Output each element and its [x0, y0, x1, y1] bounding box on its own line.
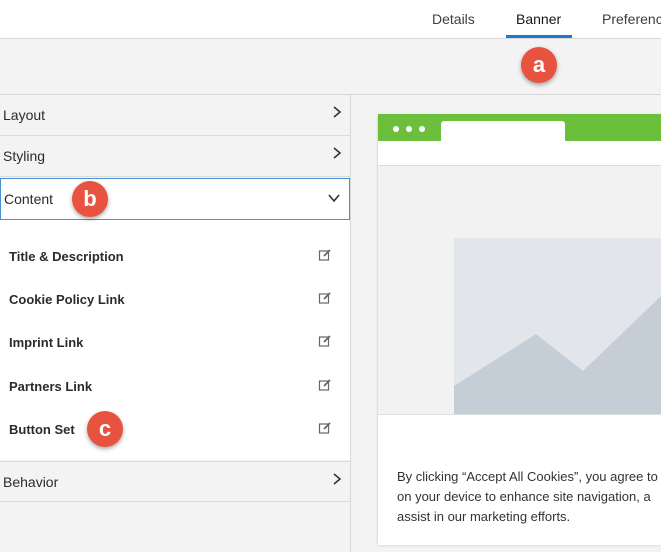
section-behavior-label: Behavior	[3, 474, 59, 490]
edit-icon[interactable]	[318, 378, 332, 392]
content-item-label: Partners Link	[9, 379, 93, 394]
settings-panel: Layout Styling Content Title & Descripti…	[0, 95, 351, 552]
banner-text: By clicking “Accept All Cookies”, you ag…	[397, 467, 661, 527]
edit-icon[interactable]	[318, 334, 332, 348]
list-item[interactable]: Imprint Link	[0, 321, 350, 364]
window-dot	[406, 126, 412, 132]
callout-c: c	[87, 411, 123, 447]
tab-preferences[interactable]: Preferenc	[602, 11, 661, 27]
cookie-banner: By clicking “Accept All Cookies”, you ag…	[378, 414, 661, 545]
chevron-right-icon	[332, 472, 342, 490]
callout-b: b	[72, 181, 108, 217]
chevron-right-icon	[332, 146, 342, 164]
tab-details[interactable]: Details	[432, 11, 475, 27]
tab-banner[interactable]: Banner	[516, 11, 561, 27]
content-item-label: Imprint Link	[9, 335, 84, 350]
section-layout-label: Layout	[3, 107, 46, 123]
section-styling[interactable]: Styling	[0, 136, 350, 177]
edit-icon[interactable]	[318, 291, 332, 305]
banner-text-line: By clicking “Accept All Cookies”, you ag…	[397, 469, 658, 484]
content-item-label: Button Set	[9, 422, 75, 437]
browser-title-bar	[378, 114, 661, 141]
window-dot	[393, 126, 399, 132]
banner-text-line: assist in our marketing efforts.	[397, 509, 571, 524]
list-item[interactable]: Title & Description	[0, 235, 350, 278]
browser-tab	[441, 121, 565, 141]
top-tab-bar: Details Banner Preferenc	[0, 0, 661, 39]
section-content-label: Content	[4, 191, 54, 207]
section-behavior[interactable]: Behavior	[0, 461, 350, 502]
browser-address-bar	[378, 141, 661, 166]
chevron-right-icon	[332, 105, 342, 123]
banner-text-line: on your device to enhance site navigatio…	[397, 489, 651, 504]
page-placeholder	[378, 166, 661, 414]
active-tab-indicator	[506, 35, 572, 38]
content-item-label: Title & Description	[9, 249, 124, 264]
section-content[interactable]: Content	[0, 178, 350, 220]
callout-a: a	[521, 47, 557, 83]
list-item[interactable]: Cookie Policy Link	[0, 278, 350, 321]
window-dot	[419, 126, 425, 132]
section-layout[interactable]: Layout	[0, 95, 350, 136]
image-placeholder-icon	[454, 238, 661, 414]
list-item[interactable]: Partners Link	[0, 365, 350, 408]
content-items-list: Title & Description Cookie Policy Link I…	[0, 220, 350, 460]
edit-icon[interactable]	[318, 421, 332, 435]
chevron-down-icon	[327, 190, 341, 207]
toolbar-area	[0, 39, 661, 95]
list-item[interactable]: Button Set	[0, 408, 350, 451]
browser-preview: By clicking “Accept All Cookies”, you ag…	[378, 114, 661, 545]
edit-icon[interactable]	[318, 248, 332, 262]
section-styling-label: Styling	[3, 148, 46, 164]
content-item-label: Cookie Policy Link	[9, 292, 125, 307]
